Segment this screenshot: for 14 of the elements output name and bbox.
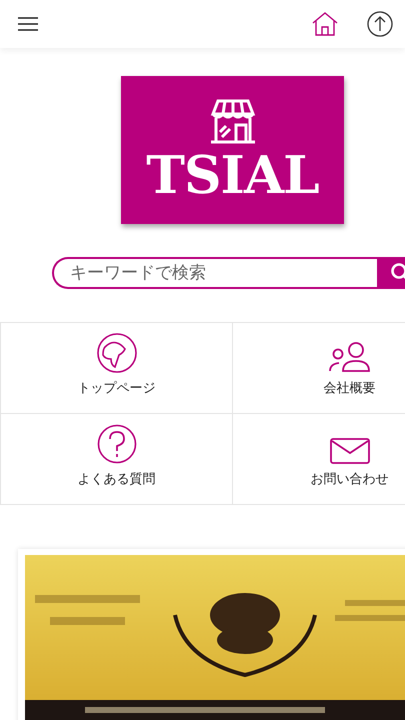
people-icon <box>328 341 370 373</box>
home-icon[interactable] <box>311 11 339 37</box>
shop-icon <box>210 98 256 144</box>
menu-tile[interactable]: よくある質問 <box>1 414 233 505</box>
menu-tile[interactable]: お問い合わせ <box>233 414 405 505</box>
mail-icon <box>330 438 370 464</box>
menu-icon[interactable] <box>18 16 38 32</box>
logo[interactable]: TSIAL <box>121 76 344 224</box>
menu-tile[interactable]: 会社概要 <box>233 323 405 414</box>
question-icon <box>96 424 136 464</box>
menu-tile[interactable]: トップページ <box>1 323 233 414</box>
search-field[interactable]: キーワードで検索 <box>52 257 377 289</box>
globe-icon <box>96 333 136 373</box>
logo-text: TSIAL <box>146 150 319 202</box>
